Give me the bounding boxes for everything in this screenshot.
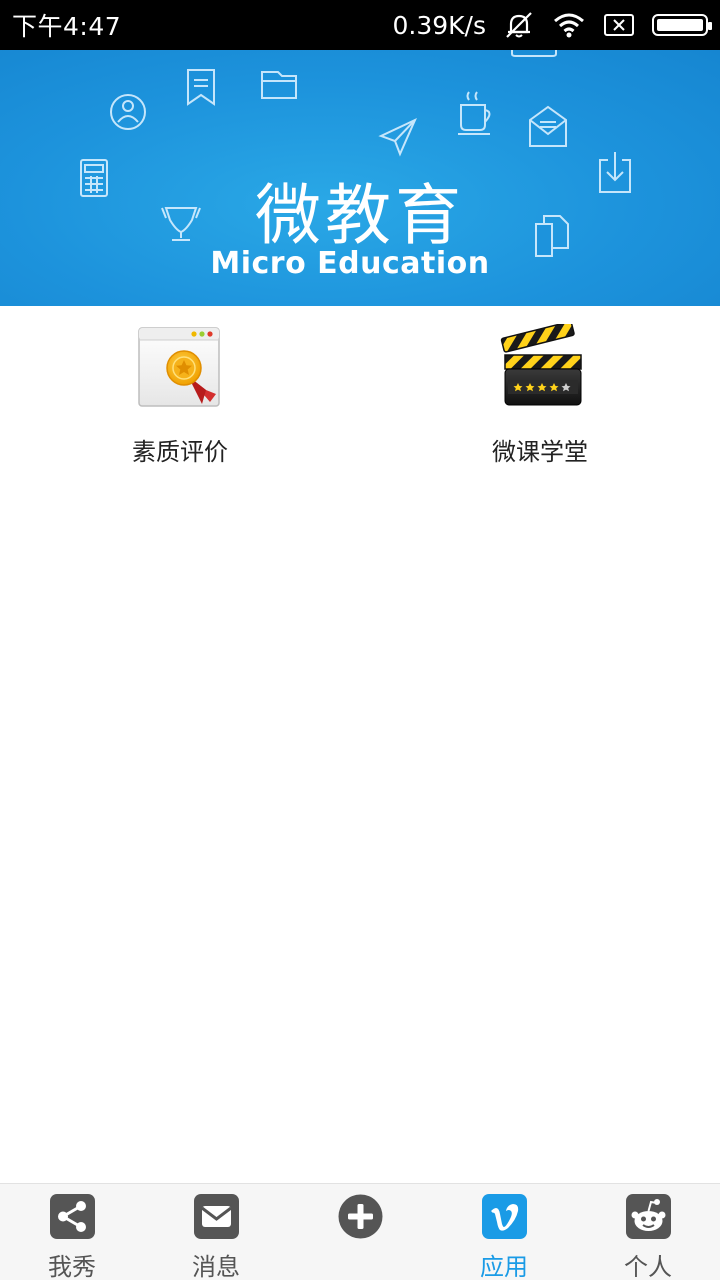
nav-item-apps[interactable]: 应用 [432, 1184, 576, 1280]
wifi-icon [554, 13, 584, 38]
nav-item-my-show[interactable]: 我秀 [0, 1184, 144, 1280]
mail-letter-icon [529, 105, 567, 147]
app-quality-evaluation[interactable]: 素质评价 [80, 324, 280, 474]
banner-title: 微教育 [255, 177, 465, 254]
share-icon [50, 1194, 95, 1239]
award-certificate-icon [138, 327, 220, 407]
reddit-alien-icon [626, 1194, 671, 1239]
status-time: 下午4:47 [12, 12, 122, 41]
vimeo-icon [482, 1194, 527, 1239]
app-label: 微课学堂 [492, 438, 588, 466]
folder-icon [261, 71, 297, 99]
app-grid: 素质评价 微课学堂 [0, 306, 720, 486]
nav-label: 我秀 [48, 1253, 96, 1280]
nav-item-profile[interactable]: 个人 [576, 1184, 720, 1280]
bottom-nav: 我秀 消息 应用 个人 [0, 1183, 720, 1280]
banner: 微教育 Micro Education [0, 50, 720, 306]
nav-item-messages[interactable]: 消息 [144, 1184, 288, 1280]
banner-subtitle: Micro Education [210, 246, 490, 281]
bookmark-icon [187, 69, 215, 106]
mute-icon [506, 12, 532, 38]
clapperboard-icon [500, 324, 582, 406]
paper-plane-icon [378, 117, 417, 157]
network-speed: 0.39K/s [392, 10, 486, 40]
nav-label: 消息 [192, 1253, 240, 1280]
app-micro-course[interactable]: 微课学堂 [440, 324, 640, 474]
nav-item-add[interactable] [288, 1184, 432, 1280]
nav-label: 个人 [624, 1253, 672, 1280]
mail-icon [194, 1194, 239, 1239]
app-label: 素质评价 [132, 438, 228, 466]
plus-icon [338, 1194, 383, 1239]
status-bar: 下午4:47 0.39K/s [0, 0, 720, 50]
status-indicators: 0.39K/s [392, 10, 712, 40]
user-circle-icon [110, 94, 146, 130]
coffee-cup-icon [458, 91, 491, 135]
nav-label: 应用 [480, 1253, 528, 1280]
battery-icon [652, 14, 712, 36]
no-sim-icon [604, 14, 634, 36]
box-icon [511, 50, 557, 57]
